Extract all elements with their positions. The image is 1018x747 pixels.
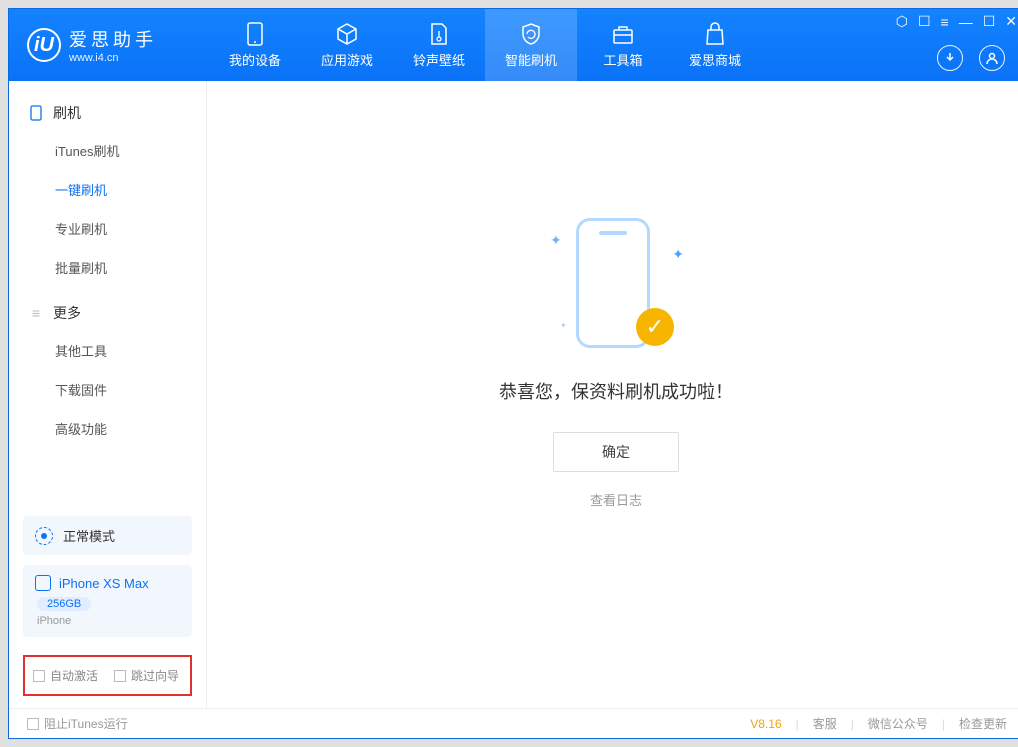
toolbox-icon xyxy=(611,22,635,46)
sparkle-icon: ✦ xyxy=(550,232,562,249)
logo-area: iU 爱思助手 www.i4.cn xyxy=(9,9,209,81)
checkbox-icon xyxy=(33,670,45,682)
footer-service-link[interactable]: 客服 xyxy=(813,715,837,732)
check-badge-icon: ✓ xyxy=(636,308,674,346)
sidebar-item-other-tools[interactable]: 其他工具 xyxy=(9,331,206,370)
minimize-button[interactable]: — xyxy=(959,14,973,30)
tab-label: 智能刷机 xyxy=(505,50,557,69)
maximize-button[interactable]: ☐ xyxy=(983,13,996,30)
sidebar-section-more: ≡ 更多 其他工具 下载固件 高级功能 xyxy=(9,295,206,448)
sidebar-header-more: ≡ 更多 xyxy=(9,295,206,331)
bag-icon xyxy=(703,22,727,46)
download-icon[interactable] xyxy=(937,45,963,71)
logo-text: 爱思助手 www.i4.cn xyxy=(69,26,157,64)
tab-my-device[interactable]: 我的设备 xyxy=(209,9,301,81)
titlebar: iU 爱思助手 www.i4.cn 我的设备 应用游戏 铃声壁纸 智能刷机 xyxy=(9,9,1018,81)
success-illustration: ✦ ✦ ✦ ✓ xyxy=(556,210,676,360)
ok-button[interactable]: 确定 xyxy=(553,432,679,472)
user-icon[interactable] xyxy=(979,45,1005,71)
view-log-link[interactable]: 查看日志 xyxy=(590,490,642,509)
body: 刷机 iTunes刷机 一键刷机 专业刷机 批量刷机 ≡ 更多 其他工具 下载固… xyxy=(9,81,1018,708)
footer-wechat-link[interactable]: 微信公众号 xyxy=(868,715,928,732)
header-right-icons xyxy=(937,45,1005,71)
version-label: V8.16 xyxy=(750,717,781,731)
checkbox-label: 跳过向导 xyxy=(131,667,179,684)
tab-flash[interactable]: 智能刷机 xyxy=(485,9,577,81)
mode-label: 正常模式 xyxy=(63,526,115,545)
checkbox-label: 阻止iTunes运行 xyxy=(44,715,128,732)
device-name: iPhone XS Max xyxy=(59,576,149,591)
sidebar-item-download-fw[interactable]: 下载固件 xyxy=(9,370,206,409)
close-button[interactable]: ✕ xyxy=(1005,13,1017,30)
shield-refresh-icon xyxy=(519,22,543,46)
sidebar: 刷机 iTunes刷机 一键刷机 专业刷机 批量刷机 ≡ 更多 其他工具 下载固… xyxy=(9,81,207,708)
sidebar-header-flash: 刷机 xyxy=(9,95,206,131)
mode-card[interactable]: 正常模式 xyxy=(23,516,192,555)
phone-small-icon xyxy=(35,575,51,591)
tab-label: 爱思商城 xyxy=(689,50,741,69)
footer-update-link[interactable]: 检查更新 xyxy=(959,715,1007,732)
phone-icon xyxy=(243,22,267,46)
menu-icon[interactable]: ≡ xyxy=(941,14,949,30)
footer-right: V8.16 | 客服 | 微信公众号 | 检查更新 xyxy=(750,715,1007,732)
checkbox-auto-activate[interactable]: 自动激活 xyxy=(33,667,98,684)
feedback-icon[interactable]: ☐ xyxy=(918,13,931,30)
main-tabs: 我的设备 应用游戏 铃声壁纸 智能刷机 工具箱 爱思商城 xyxy=(209,9,761,81)
device-icon xyxy=(29,106,43,120)
sidebar-item-pro-flash[interactable]: 专业刷机 xyxy=(9,209,206,248)
shirt-icon[interactable]: ⬡ xyxy=(896,13,908,30)
tab-ringtone[interactable]: 铃声壁纸 xyxy=(393,9,485,81)
tab-toolbox[interactable]: 工具箱 xyxy=(577,9,669,81)
device-name-row: iPhone XS Max xyxy=(35,575,180,591)
device-type: iPhone xyxy=(37,615,180,627)
tab-label: 我的设备 xyxy=(229,50,281,69)
sparkle-icon: ✦ xyxy=(560,321,567,330)
list-icon: ≡ xyxy=(29,306,43,320)
tab-label: 应用游戏 xyxy=(321,50,373,69)
tab-store[interactable]: 爱思商城 xyxy=(669,9,761,81)
sidebar-item-itunes-flash[interactable]: iTunes刷机 xyxy=(9,131,206,170)
tab-apps[interactable]: 应用游戏 xyxy=(301,9,393,81)
app-url: www.i4.cn xyxy=(69,52,157,64)
footer: 阻止iTunes运行 V8.16 | 客服 | 微信公众号 | 检查更新 xyxy=(9,708,1018,738)
music-file-icon xyxy=(427,22,451,46)
section-title: 刷机 xyxy=(53,103,81,123)
success-message: 恭喜您，保资料刷机成功啦！ xyxy=(499,378,733,404)
logo-icon: iU xyxy=(27,28,61,62)
section-title: 更多 xyxy=(53,303,81,323)
storage-badge: 256GB xyxy=(37,597,91,611)
checkbox-icon xyxy=(114,670,126,682)
tab-label: 铃声壁纸 xyxy=(413,50,465,69)
sidebar-item-advanced[interactable]: 高级功能 xyxy=(9,409,206,448)
window-controls: ⬡ ☐ ≡ — ☐ ✕ xyxy=(896,13,1017,30)
sidebar-item-oneclick-flash[interactable]: 一键刷机 xyxy=(9,170,206,209)
checkbox-icon xyxy=(27,718,39,730)
device-card[interactable]: iPhone XS Max 256GB iPhone xyxy=(23,565,192,637)
sidebar-item-batch-flash[interactable]: 批量刷机 xyxy=(9,248,206,287)
app-window: iU 爱思助手 www.i4.cn 我的设备 应用游戏 铃声壁纸 智能刷机 xyxy=(8,8,1018,739)
cube-icon xyxy=(335,22,359,46)
tab-label: 工具箱 xyxy=(603,50,642,69)
sparkle-icon: ✦ xyxy=(672,246,684,263)
checkbox-skip-guide[interactable]: 跳过向导 xyxy=(114,667,179,684)
options-highlighted-box: 自动激活 跳过向导 xyxy=(23,655,192,696)
checkbox-label: 自动激活 xyxy=(50,667,98,684)
mode-icon xyxy=(35,527,53,545)
app-title: 爱思助手 xyxy=(69,26,157,52)
checkbox-block-itunes[interactable]: 阻止iTunes运行 xyxy=(27,715,128,732)
sidebar-section-flash: 刷机 iTunes刷机 一键刷机 专业刷机 批量刷机 xyxy=(9,95,206,287)
main-content: ✦ ✦ ✦ ✓ 恭喜您，保资料刷机成功啦！ 确定 查看日志 xyxy=(207,81,1018,708)
